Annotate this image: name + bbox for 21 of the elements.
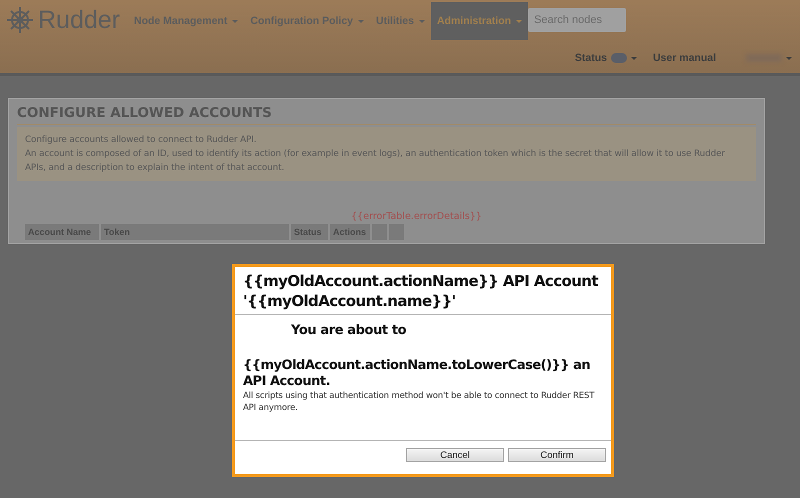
description-text: An account is composed of an ID, used to identify its action (for example in event logs), an authentication token which is the secret that will allow it to use Rudder APIs, and a description to explain the intent of that account.	[25, 148, 726, 175]
warning-text: All scripts using that authentication method won't be able to connect to Rudder REST API anymore.	[243, 390, 596, 414]
user-manual-link[interactable]: User manual	[652, 52, 716, 64]
action-text: {{myOldAccount.actionName.toLowerCase()}} an API Account.	[243, 358, 592, 390]
caret-icon	[630, 56, 637, 60]
description-text: Configure accounts allowed to connect to Rudder API.	[25, 134, 258, 147]
nav-menu-item[interactable]: Utilities	[370, 2, 431, 40]
error-details-text: {{errorTable.errorDetails}}	[350, 211, 483, 222]
confirm-button[interactable]: Confirm	[508, 448, 606, 462]
cancel-button[interactable]: Cancel	[406, 448, 504, 462]
confirmation-text: You are about to	[291, 323, 408, 338]
caret-icon	[786, 56, 792, 60]
ship-wheel-icon	[6, 6, 34, 34]
nav-menu-item[interactable]: Node Management	[128, 2, 244, 40]
dialog-title: {{myOldAccount.actionName}} API Account '{{myOldAccount.name}}'	[235, 267, 611, 315]
logo-text: Rudder	[38, 6, 120, 34]
panel-title: CONFIGURE ALLOWED ACCOUNTS	[17, 105, 756, 125]
nav-menu-item[interactable]: Configuration Policy	[244, 2, 370, 40]
status-menu[interactable]: Status	[574, 52, 607, 64]
nav-menu-item[interactable]: Administration	[430, 2, 528, 40]
status-indicator-icon	[610, 53, 627, 63]
